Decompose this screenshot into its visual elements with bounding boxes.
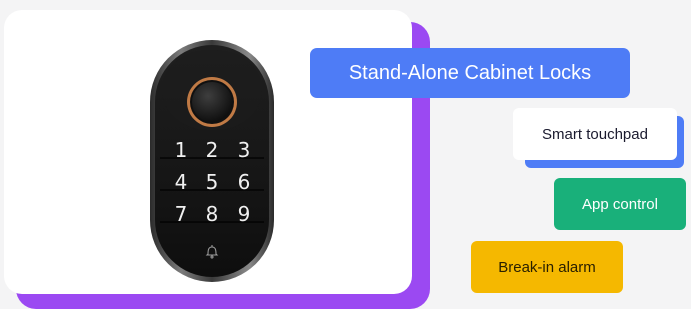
key-5: 5	[206, 170, 219, 194]
feature-label: Break-in alarm	[498, 258, 596, 276]
key-8: 8	[206, 202, 219, 226]
feature-break-in-alarm: Break-in alarm	[471, 241, 623, 293]
key-3: 3	[238, 138, 251, 162]
fingerprint-sensor-icon	[192, 82, 232, 122]
key-7: 7	[175, 202, 188, 226]
feature-app-control: App control	[554, 178, 686, 230]
key-6: 6	[238, 170, 251, 194]
key-4: 4	[175, 170, 188, 194]
feature-label: App control	[582, 195, 658, 213]
page-title: Stand-Alone Cabinet Locks	[348, 61, 592, 84]
key-2: 2	[206, 138, 219, 162]
key-1: 1	[175, 138, 188, 162]
cabinet-lock-illustration: 1 2 3 4 5 6 7 8 9	[150, 40, 274, 282]
key-9: 9	[238, 202, 251, 226]
title-banner: Stand-Alone Cabinet Locks	[310, 48, 630, 98]
feature-smart-touchpad: Smart touchpad	[513, 108, 677, 160]
feature-label: Smart touchpad	[542, 125, 648, 143]
cabinet-lock-device: 1 2 3 4 5 6 7 8 9	[150, 40, 274, 282]
